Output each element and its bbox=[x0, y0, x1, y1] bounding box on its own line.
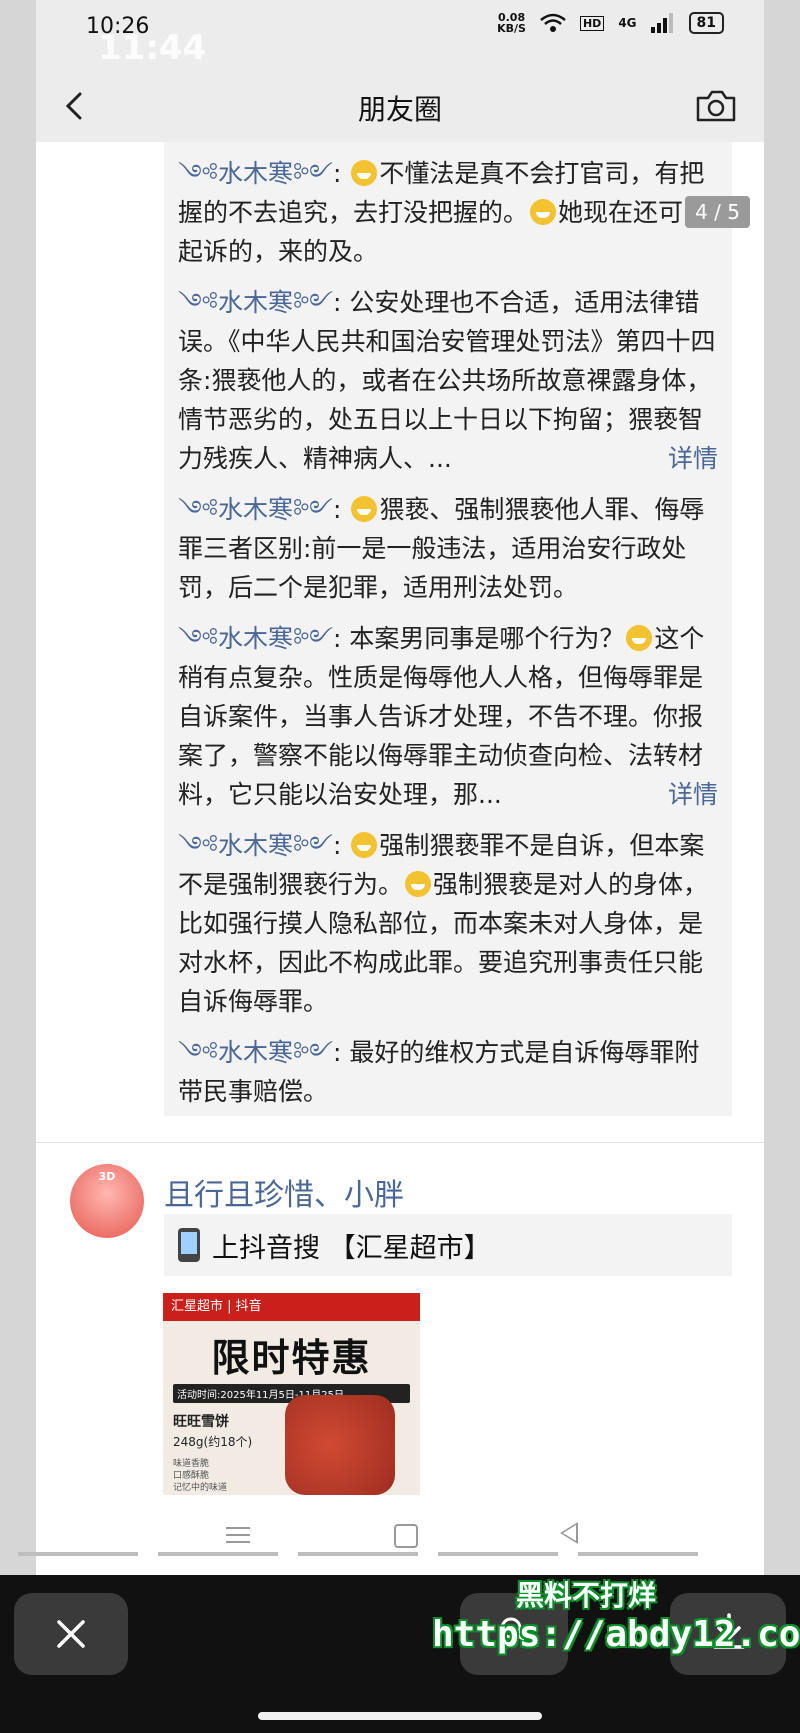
commenter-name[interactable]: ༺水木寒༻ bbox=[178, 1038, 333, 1067]
post-divider bbox=[36, 1142, 764, 1143]
page-title: 朋友圈 bbox=[357, 93, 442, 126]
home-indicator[interactable] bbox=[258, 1712, 542, 1720]
grin-emoji-icon bbox=[351, 832, 378, 858]
details-link[interactable]: 详情 bbox=[668, 775, 718, 814]
gallery-progress-strip bbox=[18, 1552, 782, 1556]
thinking-emoji-icon bbox=[405, 871, 432, 897]
details-link[interactable]: 详情 bbox=[668, 439, 718, 478]
comment-text: 本案男同事是哪个行为？ bbox=[349, 624, 625, 653]
comment-item: ༺水木寒༻: 最好的维权方式是自诉侮辱罪附带民事赔偿。 bbox=[178, 1038, 700, 1106]
image-header: 汇星超市 | 抖音 bbox=[163, 1293, 420, 1321]
network-speed: 0.08 KB/S bbox=[497, 11, 526, 35]
ghost-status-time: 11:44 bbox=[98, 28, 207, 68]
comment-item: ༺水木寒༻: 猥亵、强制猥亵他人罪、侮辱罪三者区别:前一是一般违法，适用治安行政… bbox=[178, 495, 705, 602]
comment-item: ༺水木寒༻: 公安处理也不合适，适用法律错误。《中华人民共和国治安管理处罚法》第… bbox=[164, 283, 732, 478]
commenter-name[interactable]: ༺水木寒༻ bbox=[178, 288, 333, 317]
phone-screen: 10:26 11:44 0.08 KB/S HD 4G 81 朋友圈 ༺水木寒༻… bbox=[36, 0, 764, 1575]
camera-icon[interactable] bbox=[694, 86, 738, 126]
comment-item: ༺水木寒༻: 不懂法是真不会打官司，有把握的不去追究，去打没把握的。 她现在还可以… bbox=[178, 159, 709, 266]
menu-icon[interactable] bbox=[226, 1522, 250, 1548]
image-title: 限时特惠 bbox=[211, 1336, 372, 1380]
post-text-card[interactable]: 上抖音搜 【汇星超市】 bbox=[164, 1214, 732, 1276]
battery-icon: 81 bbox=[688, 12, 724, 34]
commenter-name[interactable]: ༺水木寒༻ bbox=[178, 624, 333, 653]
commenter-name[interactable]: ༺水木寒༻ bbox=[178, 831, 333, 860]
comments-section: ༺水木寒༻: 不懂法是真不会打官司，有把握的不去追究，去打没把握的。 她现在还可以… bbox=[164, 142, 732, 1116]
cellular-signal-icon: 4G bbox=[618, 16, 637, 30]
grin-emoji-icon bbox=[351, 160, 378, 186]
comment-item: ༺水木寒༻: 强制猥亵罪不是自诉，但本案不是强制猥亵行为。 强制猥亵是对人的身体，… bbox=[178, 831, 709, 1016]
avatar-badge-text: 3D bbox=[98, 1170, 116, 1183]
grin-emoji-icon bbox=[351, 496, 378, 522]
back-triangle-icon[interactable] bbox=[560, 1522, 578, 1544]
home-icon[interactable] bbox=[394, 1524, 418, 1548]
grin-emoji-icon bbox=[626, 625, 653, 651]
status-icons: 0.08 KB/S HD 4G 81 bbox=[497, 12, 724, 34]
page-indicator: 4 / 5 bbox=[685, 196, 750, 228]
post-image[interactable]: 汇星超市 | 抖音 限时特惠 活动时间:2025年11月5日-11月25日 旺旺… bbox=[163, 1293, 420, 1495]
wifi-icon bbox=[540, 13, 566, 32]
close-button[interactable] bbox=[14, 1593, 128, 1675]
avatar[interactable]: 3D bbox=[70, 1164, 144, 1238]
watermark-url: https://abdy12.com bbox=[432, 1614, 800, 1655]
thinking-emoji-icon bbox=[530, 199, 557, 225]
post-text: 上抖音搜 【汇星超市】 bbox=[212, 1232, 491, 1264]
status-bar: 10:26 11:44 0.08 KB/S HD 4G 81 bbox=[36, 0, 764, 70]
nav-bar: 朋友圈 bbox=[36, 70, 764, 142]
close-icon bbox=[57, 1620, 85, 1648]
mobile-phone-icon bbox=[178, 1228, 200, 1262]
commenter-name[interactable]: ༺水木寒༻ bbox=[178, 495, 333, 524]
signal-bars-icon bbox=[650, 13, 673, 33]
comment-item: ༺水木寒༻: 本案男同事是哪个行为？ 这个稍有点复杂。性质是侮辱他人人格，但侮辱罪… bbox=[164, 619, 732, 814]
watermark-title: 黑料不打烊 bbox=[516, 1579, 657, 1612]
product-photo bbox=[285, 1395, 395, 1495]
hd-badge: HD bbox=[579, 15, 605, 31]
commenter-name[interactable]: ༺水木寒༻ bbox=[178, 159, 333, 188]
post-author-name[interactable]: 且行且珍惜、小胖 bbox=[164, 1170, 404, 1214]
